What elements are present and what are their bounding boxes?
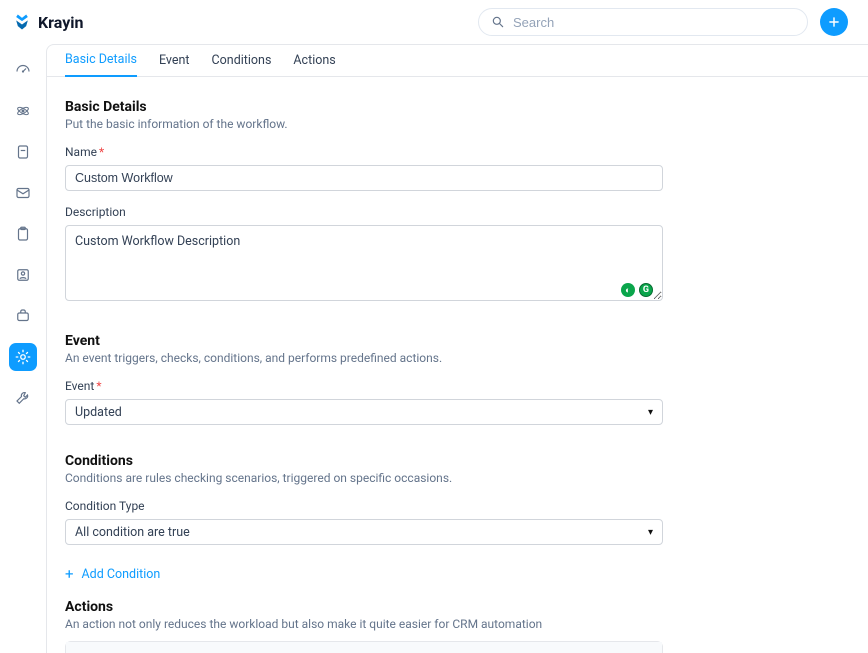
name-label: Name* bbox=[65, 145, 850, 159]
section-subtitle: Put the basic information of the workflo… bbox=[65, 117, 850, 131]
search-input[interactable] bbox=[513, 15, 795, 30]
plus-icon bbox=[827, 15, 841, 29]
bulb-icon: ◐ bbox=[621, 283, 635, 297]
sidebar-item-activities[interactable] bbox=[9, 220, 37, 248]
tab-event[interactable]: Event bbox=[159, 53, 190, 76]
actions-table: Type Name Send email to sales owner ▾ Ac… bbox=[65, 641, 663, 653]
global-add-button[interactable] bbox=[820, 8, 848, 36]
condition-type-label: Condition Type bbox=[65, 499, 850, 513]
mail-icon bbox=[14, 184, 32, 202]
sidebar-nav bbox=[0, 44, 46, 653]
section-basic-details: Basic Details Put the basic information … bbox=[65, 99, 850, 305]
user-card-icon bbox=[14, 266, 32, 284]
name-input[interactable] bbox=[65, 165, 663, 191]
section-title: Conditions bbox=[65, 453, 850, 469]
sidebar-item-contacts[interactable] bbox=[9, 261, 37, 289]
chevron-down-icon: ▾ bbox=[648, 407, 653, 418]
event-select-value: Updated bbox=[75, 405, 122, 420]
condition-type-select[interactable]: All condition are true ▾ bbox=[65, 519, 663, 545]
sidebar-item-configuration[interactable] bbox=[9, 384, 37, 412]
top-bar: Krayin bbox=[0, 0, 868, 44]
brand-logo[interactable]: Krayin bbox=[12, 12, 83, 32]
tab-basic-details[interactable]: Basic Details bbox=[65, 52, 137, 77]
briefcase-icon bbox=[14, 307, 32, 325]
brand-mark-icon bbox=[12, 12, 32, 32]
section-actions: Actions An action not only reduces the w… bbox=[65, 599, 850, 653]
tab-actions[interactable]: Actions bbox=[293, 53, 335, 76]
event-select[interactable]: Updated ▾ bbox=[65, 399, 663, 425]
section-title: Actions bbox=[65, 599, 850, 615]
sidebar-item-leads[interactable] bbox=[9, 97, 37, 125]
search-box[interactable] bbox=[478, 8, 808, 36]
brand-name: Krayin bbox=[38, 13, 83, 32]
event-label: Event* bbox=[65, 379, 850, 393]
plus-icon: + bbox=[65, 567, 74, 582]
condition-type-value: All condition are true bbox=[75, 525, 190, 540]
add-condition-label: Add Condition bbox=[82, 567, 161, 582]
section-event: Event An event triggers, checks, conditi… bbox=[65, 333, 850, 425]
section-title: Basic Details bbox=[65, 99, 850, 115]
atom-icon bbox=[14, 102, 32, 120]
wrench-icon bbox=[14, 389, 32, 407]
sidebar-item-quotes[interactable] bbox=[9, 138, 37, 166]
sidebar-item-products[interactable] bbox=[9, 302, 37, 330]
gear-icon bbox=[14, 348, 32, 366]
section-subtitle: Conditions are rules checking scenarios,… bbox=[65, 471, 850, 485]
gauge-icon bbox=[14, 61, 32, 79]
sidebar-item-mail[interactable] bbox=[9, 179, 37, 207]
tab-conditions[interactable]: Conditions bbox=[212, 53, 272, 76]
main-content: Basic Details Event Conditions Actions B… bbox=[46, 44, 868, 653]
search-icon bbox=[491, 15, 505, 29]
section-subtitle: An event triggers, checks, conditions, a… bbox=[65, 351, 850, 365]
description-textarea[interactable]: Custom Workflow Description bbox=[65, 225, 663, 301]
tabs: Basic Details Event Conditions Actions bbox=[47, 45, 868, 77]
section-conditions: Conditions Conditions are rules checking… bbox=[65, 453, 850, 583]
actions-table-header: Type Name bbox=[66, 642, 662, 653]
file-icon bbox=[14, 143, 32, 161]
section-title: Event bbox=[65, 333, 850, 349]
grammar-extension-badges: ◐ G bbox=[621, 283, 653, 297]
section-subtitle: An action not only reduces the workload … bbox=[65, 617, 850, 631]
clipboard-icon bbox=[14, 225, 32, 243]
sidebar-item-settings[interactable] bbox=[9, 343, 37, 371]
add-condition-button[interactable]: + Add Condition bbox=[65, 567, 160, 582]
sidebar-item-dashboard[interactable] bbox=[9, 56, 37, 84]
description-label: Description bbox=[65, 205, 850, 219]
grammarly-icon: G bbox=[639, 283, 653, 297]
chevron-down-icon: ▾ bbox=[648, 527, 653, 538]
